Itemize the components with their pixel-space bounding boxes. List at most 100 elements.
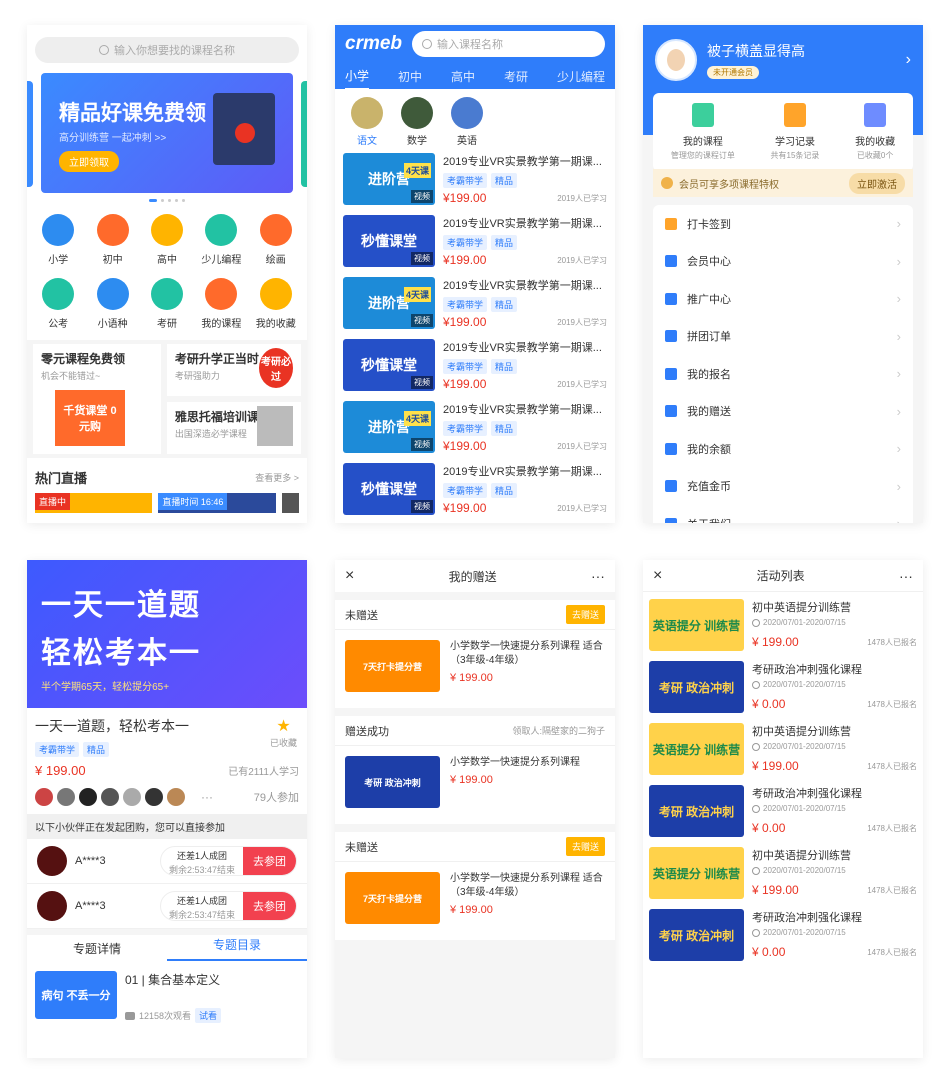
category-item[interactable]: 少儿编程 — [194, 208, 248, 272]
course-search-input[interactable]: 输入课程名称 — [412, 31, 605, 57]
category-item[interactable]: 绘画 — [249, 208, 303, 272]
tab-4[interactable]: 少儿编程 — [557, 68, 605, 89]
category-item[interactable]: 考研 — [140, 272, 194, 336]
course-item[interactable]: 秒懂课堂 视频 2019专业VR实景教学第一期课... 考霸带学 精品 ¥199.00 20… — [343, 335, 607, 397]
event-item[interactable]: 考研 政治冲刺 考研政治冲刺强化课程 2020/07/01-2020/07/15 ¥ … — [649, 782, 917, 844]
star-icon[interactable]: ★ — [270, 716, 297, 736]
join-group-button[interactable]: 去参团 — [243, 892, 296, 920]
code-icon — [205, 214, 238, 246]
chevron-right-icon[interactable]: › — [906, 51, 911, 69]
menu-item[interactable]: 关于我们 › — [653, 505, 913, 523]
group-hint: 以下小伙伴正在发起团购，您可以直接参加 — [27, 814, 307, 839]
category-label: 我的收藏 — [255, 319, 296, 330]
tab-0[interactable]: 小学 — [345, 67, 370, 90]
category-item[interactable]: 小学 — [31, 208, 85, 272]
event-item[interactable]: 英语提分 训练营 初中英语提分训练营 2020/07/01-2020/07/15 ¥ … — [649, 720, 917, 782]
more-icon[interactable]: ··· — [899, 568, 913, 584]
event-thumb-label: 英语提分 训练营 — [652, 618, 741, 633]
member-name: A****3 — [75, 900, 106, 912]
tab-3[interactable]: 考研 — [504, 68, 528, 89]
category-item[interactable]: 小语种 — [85, 272, 139, 336]
live-card[interactable]: 直播中 — [35, 493, 153, 513]
tab-1[interactable]: 初中 — [398, 68, 422, 89]
price: ¥199.00 — [443, 315, 487, 329]
give-button[interactable]: 去赠送 — [565, 837, 605, 856]
subject-item[interactable]: 语文 — [347, 97, 387, 147]
promo-card-exam[interactable]: 考研升学正当时 考研强助力 考研必过 — [166, 344, 301, 396]
promo-banner[interactable]: 精品好课免费领 高分训练营 一起冲刺 >> 立即领取 — [41, 73, 293, 193]
tab-2[interactable]: 高中 — [451, 68, 475, 89]
promo-card-ielts[interactable]: 雅思托福培训课 出国深造必学课程 — [166, 402, 301, 454]
category-item[interactable]: 公考 — [31, 272, 85, 336]
tab-catalog[interactable]: 专题目录 — [167, 936, 307, 961]
subject-item[interactable]: 数学 — [397, 97, 437, 147]
stat-item[interactable]: 我的收藏 已收藏0个 — [855, 103, 895, 161]
subject-filter: 语文 数学 英语 — [335, 89, 615, 149]
menu-item[interactable]: 我的余额 › — [653, 430, 913, 468]
category-item[interactable]: 高中 — [140, 208, 194, 272]
subject-item[interactable]: 英语 — [447, 97, 487, 147]
price: ¥199.00 — [443, 377, 487, 391]
signup-count: 1478人已报名 — [867, 947, 917, 957]
category-tabs: 小学 初中 高中 考研 少儿编程 — [345, 67, 605, 90]
menu-icon — [665, 292, 677, 305]
clock-icon — [752, 928, 760, 937]
event-thumb-label: 英语提分 训练营 — [652, 742, 741, 757]
gift-course[interactable]: 考研 政治冲刺 小学数学一快速提分系列课程 ¥ 199.00 — [335, 746, 615, 824]
course-item[interactable]: 进阶营 4天课 视频 2019专业VR实景教学第一期课... 考霸带学 精品 ¥199.00… — [343, 273, 607, 335]
menu-item[interactable]: 会员中心 › — [653, 243, 913, 281]
category-item[interactable]: 初中 — [85, 208, 139, 272]
graduate-photo — [257, 406, 293, 446]
tab-detail[interactable]: 专题详情 — [27, 940, 167, 957]
thumb-label: 秒懂课堂 — [361, 481, 417, 497]
event-item[interactable]: 考研 政治冲刺 考研政治冲刺强化课程 2020/07/01-2020/07/15 ¥ … — [649, 906, 917, 968]
search-input[interactable]: 输入你想要找的课程名称 — [35, 37, 299, 63]
more-icon[interactable]: ··· — [591, 568, 605, 584]
gifts-screen: × 我的赠送 ··· 未赠送 去赠送 7天打卡提分营 小学数学一快速提分系列课程 适合… — [335, 560, 615, 1058]
category-item[interactable]: 我的收藏 — [249, 272, 303, 336]
close-icon[interactable]: × — [653, 567, 662, 585]
price: ¥199.00 — [443, 191, 487, 205]
event-item[interactable]: 英语提分 训练营 初中英语提分训练营 2020/07/01-2020/07/15 ¥ … — [649, 596, 917, 658]
avatar — [37, 891, 67, 921]
join-group-button[interactable]: 去参团 — [243, 847, 296, 875]
activate-button[interactable]: 立即激活 — [849, 172, 905, 194]
course-item[interactable]: 进阶营 4天课 视频 2019专业VR实景教学第一期课... 考霸带学 精品 ¥199.00… — [343, 397, 607, 459]
menu-item[interactable]: 拼团订单 › — [653, 318, 913, 356]
event-title: 初中英语提分训练营 — [752, 726, 851, 738]
live-card[interactable]: 直播时间 16:46 — [158, 493, 276, 513]
lesson-item[interactable]: 病句 不丢一分 01 | 集合基本定义 12158次观看 试看 — [27, 961, 307, 1033]
menu-item[interactable]: 充值金币 › — [653, 468, 913, 506]
close-icon[interactable]: × — [345, 567, 354, 585]
menu-item[interactable]: 推广中心 › — [653, 280, 913, 318]
menu-item[interactable]: 打卡签到 › — [653, 205, 913, 243]
banner-claim-button[interactable]: 立即领取 — [59, 151, 119, 172]
stat-sub: 管理您的课程订单 — [670, 151, 735, 160]
menu-icon — [665, 480, 677, 493]
event-item[interactable]: 考研 政治冲刺 考研政治冲刺强化课程 2020/07/01-2020/07/15 ¥ … — [649, 658, 917, 720]
course-item[interactable]: 秒懂课堂 视频 2019专业VR实景教学第一期课... 考霸带学 精品 ¥199.00 20… — [343, 211, 607, 273]
give-button[interactable]: 去赠送 — [565, 605, 605, 624]
menu-item[interactable]: 我的报名 › — [653, 355, 913, 393]
menu-icon — [665, 217, 677, 230]
receiver-text: 领取人:隔壁家的二狗子 — [512, 726, 605, 736]
course-item[interactable]: 秒懂课堂 视频 2019专业VR实景教学第一期课... 考霸带学 精品 ¥199.00 20… — [343, 459, 607, 521]
detail-tabs: 专题详情 专题目录 — [27, 929, 307, 961]
events-screen: × 活动列表 ··· 英语提分 训练营 初中英语提分训练营 2020/07/01-2… — [643, 560, 923, 1058]
category-item[interactable]: 我的课程 — [194, 272, 248, 336]
gift-course[interactable]: 7天打卡提分营 小学数学一快速提分系列课程 适合（3年级-4年级） ¥ 199.00 — [335, 862, 615, 940]
page-title: 活动列表 — [756, 569, 805, 583]
stat-item[interactable]: 我的课程 管理您的课程订单 — [671, 103, 735, 161]
clock-icon — [752, 618, 760, 627]
tag: 精品 — [491, 483, 518, 498]
menu-icon — [665, 405, 677, 418]
menu-item[interactable]: 我的赠送 › — [653, 393, 913, 431]
stat-item[interactable]: 学习记录 共有15条记录 — [771, 103, 819, 161]
avatar[interactable] — [655, 39, 697, 81]
thumb-label: 秒懂课堂 — [361, 233, 417, 249]
live-more-link[interactable]: 查看更多 > — [255, 471, 299, 484]
event-item[interactable]: 英语提分 训练营 初中英语提分训练营 2020/07/01-2020/07/15 ¥ … — [649, 844, 917, 906]
course-item[interactable]: 进阶营 4天课 视频 2019专业VR实景教学第一期课... 考霸带学 精品 ¥199.00… — [343, 149, 607, 211]
gift-course[interactable]: 7天打卡提分营 小学数学一快速提分系列课程 适合（3年级-4年级） ¥ 199.00 — [335, 630, 615, 708]
promo-card-free[interactable]: 零元课程免费领 机会不能错过~ 千货课堂 0元购 — [33, 344, 161, 454]
